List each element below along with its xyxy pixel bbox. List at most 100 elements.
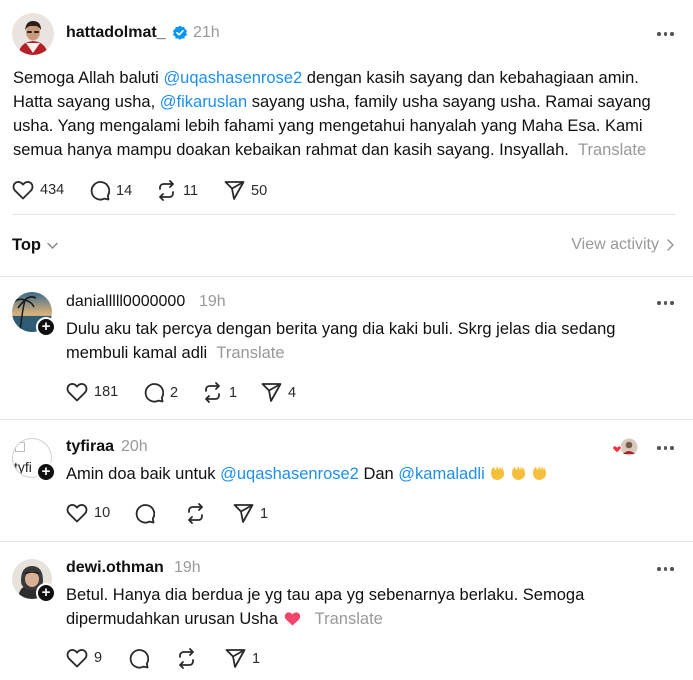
more-icon[interactable]: [657, 446, 674, 450]
share-button[interactable]: 1: [225, 648, 260, 669]
reply-time: 19h: [174, 559, 201, 576]
like-button[interactable]: 181: [66, 382, 118, 402]
share-count: 4: [288, 384, 297, 401]
like-count: 9: [94, 650, 103, 666]
repost-count: 11: [183, 182, 199, 199]
reply-text: Dulu aku tak percya dengan berita yang d…: [66, 317, 681, 365]
more-icon[interactable]: [657, 567, 674, 571]
reply-username[interactable]: danialllll0000000: [66, 293, 185, 311]
translate-link[interactable]: Translate: [301, 610, 383, 628]
mention-fikaruslan[interactable]: @fikaruslan: [160, 93, 247, 111]
like-button[interactable]: 9: [66, 648, 102, 668]
share-button[interactable]: 4: [261, 382, 296, 403]
translate-label[interactable]: Translate: [578, 141, 646, 159]
repost-button[interactable]: [176, 648, 197, 669]
post-text-segment: dengan kasih sayang dan kebahagiaan amin…: [302, 69, 639, 87]
plus-icon[interactable]: +: [36, 317, 56, 337]
like-count: 434: [40, 182, 65, 198]
translate-link[interactable]: Translate: [207, 344, 284, 362]
verified-badge-icon: [172, 25, 188, 41]
like-count: 181: [94, 384, 119, 400]
translate-label[interactable]: Translate: [216, 344, 284, 362]
comment-icon: [143, 382, 164, 403]
post-text-segment: Semoga Allah baluti: [13, 69, 164, 87]
reply-time: 19h: [199, 293, 226, 310]
post-text-segment: sayang usha, family usha sayang usha. Ra…: [247, 93, 651, 111]
reply-username[interactable]: dewi.othman: [66, 559, 164, 577]
like-button[interactable]: 10: [66, 503, 110, 523]
sort-dropdown[interactable]: Top: [12, 236, 58, 255]
heart-icon: [66, 382, 88, 402]
raising-hands-emoji: [485, 465, 548, 483]
sort-label: Top: [12, 236, 42, 254]
mention-uqashasenrose2[interactable]: @uqashasenrose2: [220, 465, 359, 483]
view-activity-link[interactable]: View activity: [571, 236, 674, 254]
reply-button[interactable]: 2: [143, 382, 178, 403]
post-text-line: usha. Yang mengalami lebih fahami yang m…: [13, 117, 643, 135]
comment-icon: [134, 503, 155, 524]
comment-icon: [128, 648, 149, 669]
repost-icon: [185, 503, 206, 524]
reply-time: 20h: [121, 438, 148, 455]
reply-count: 2: [170, 384, 179, 401]
send-icon: [224, 180, 245, 201]
divider: [0, 541, 693, 542]
avatar-alt-text: tyfi: [14, 459, 32, 475]
repost-icon: [202, 382, 223, 403]
repost-button[interactable]: 1: [202, 382, 237, 403]
share-button[interactable]: 1: [233, 503, 268, 524]
reply-text-segment: Dan: [358, 465, 399, 483]
reply-username[interactable]: tyfiraa: [66, 438, 114, 456]
post-text-segment: Hatta sayang usha,: [13, 93, 160, 111]
repost-icon: [176, 648, 197, 669]
share-button[interactable]: 50: [224, 180, 267, 201]
reply-text-segment: dipermudahkan urusan Usha: [66, 610, 278, 628]
comment-icon: [89, 180, 110, 201]
translate-label[interactable]: Translate: [315, 610, 383, 628]
reply-text-line: Dulu aku tak percya dengan berita yang d…: [66, 320, 616, 338]
send-icon: [225, 648, 246, 669]
view-activity-label: View activity: [571, 236, 659, 253]
reply-button[interactable]: [134, 503, 155, 524]
avatar-hattadolmat[interactable]: [12, 13, 54, 55]
repost-icon: [156, 180, 177, 201]
mention-uqashasenrose2[interactable]: @uqashasenrose2: [163, 69, 302, 87]
heart-icon: [66, 648, 88, 668]
heart-icon: [12, 180, 34, 200]
post-text-segment: semua hanya mampu doakan kebaikan rahmat…: [13, 141, 569, 159]
chevron-right-icon: [667, 239, 674, 251]
reply-text-segment: membuli kamal adli: [66, 344, 208, 362]
divider: [0, 419, 693, 420]
heart-emoji-icon: [284, 609, 301, 633]
post-text: Semoga Allah baluti @uqashasenrose2 deng…: [13, 66, 683, 162]
reply-text-segment: Amin doa baik untuk: [66, 465, 221, 483]
mention-kamaladli[interactable]: @kamaladli: [398, 465, 484, 483]
translate-link[interactable]: Translate: [569, 141, 646, 159]
share-count: 1: [252, 650, 261, 667]
post-username[interactable]: hattadolmat_: [66, 24, 166, 42]
reply-text-line: Betul. Hanya dia berdua je yg tau apa yg…: [66, 586, 585, 604]
reply-button[interactable]: [128, 648, 149, 669]
post-time: 21h: [193, 24, 220, 41]
like-count: 10: [94, 505, 111, 521]
broken-image-icon: [15, 442, 25, 452]
heart-icon: [66, 503, 88, 523]
share-count: 50: [251, 182, 268, 199]
reply-text: Betul. Hanya dia berdua je yg tau apa yg…: [66, 583, 681, 633]
repost-button[interactable]: 11: [156, 180, 198, 201]
more-icon[interactable]: [657, 301, 674, 305]
plus-icon[interactable]: +: [36, 583, 56, 603]
divider: [12, 214, 676, 215]
liked-by-author-icon: [612, 437, 638, 457]
more-icon[interactable]: [657, 32, 674, 36]
divider: [0, 276, 693, 277]
send-icon: [233, 503, 254, 524]
plus-icon[interactable]: +: [36, 462, 56, 482]
share-count: 1: [260, 505, 269, 522]
repost-button[interactable]: [185, 503, 206, 524]
send-icon: [261, 382, 282, 403]
like-button[interactable]: 434: [12, 180, 64, 200]
reply-button[interactable]: 14: [89, 180, 132, 201]
reply-count: 14: [116, 182, 133, 199]
reply-text: Amin doa baik untuk @uqashasenrose2 Dan …: [66, 462, 681, 486]
